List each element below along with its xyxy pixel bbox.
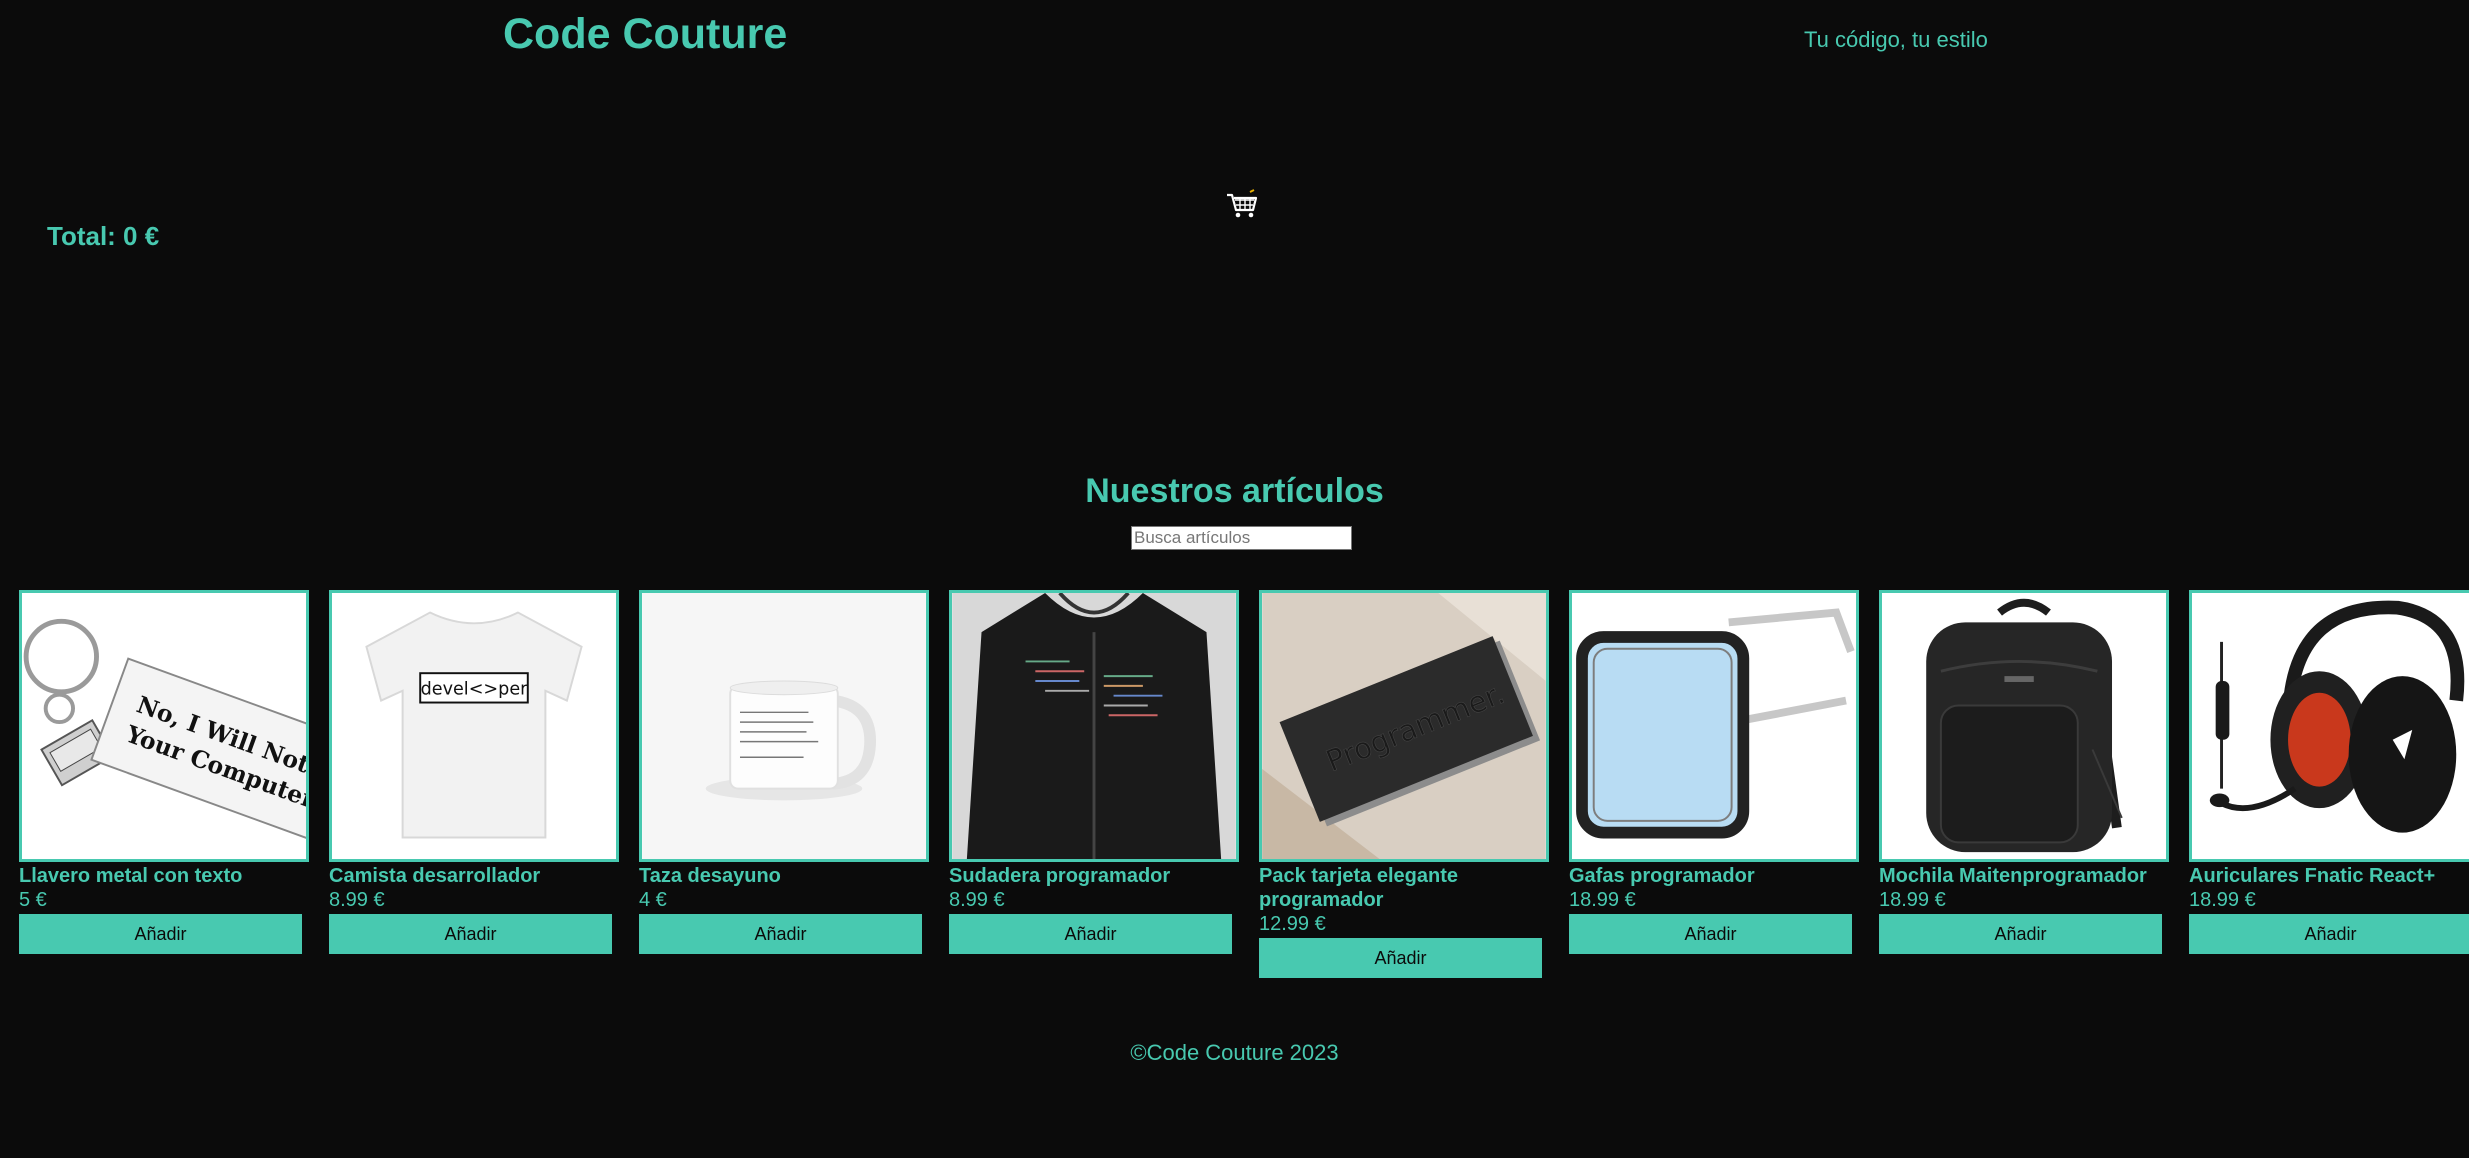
site-title: Code Couture xyxy=(503,10,788,58)
product-name: Taza desayuno xyxy=(639,865,781,887)
add-to-cart-button[interactable]: Añadir xyxy=(19,914,302,954)
section-title: Nuestros artículos xyxy=(1085,472,1384,510)
product-image-mug[interactable] xyxy=(639,590,929,862)
product-name: Llavero metal con texto xyxy=(19,865,243,887)
product-price: 4 € xyxy=(639,889,667,911)
product-name: Pack tarjeta elegante programador xyxy=(1259,865,1458,911)
tshirt-image-text: devel<>per xyxy=(421,680,529,700)
shopping-cart-icon[interactable] xyxy=(1224,186,1260,222)
product-price: 18.99 € xyxy=(1879,889,1946,911)
add-to-cart-button[interactable]: Añadir xyxy=(329,914,612,954)
add-to-cart-button[interactable]: Añadir xyxy=(1879,914,2162,954)
product-image-keychain[interactable]: No, I Will Not Fix Your Computer xyxy=(19,590,309,862)
add-to-cart-button[interactable]: Añadir xyxy=(1569,914,1852,954)
product-card: Gafas programador 18.99 € Añadir xyxy=(1569,590,1859,978)
product-card: Mochila Maitenprogramador 18.99 € Añadir xyxy=(1879,590,2169,978)
product-price: 12.99 € xyxy=(1259,913,1326,935)
add-to-cart-button[interactable]: Añadir xyxy=(1259,938,1542,978)
footer-copyright: ©Code Couture 2023 xyxy=(1130,1040,1339,1065)
product-card: No, I Will Not Fix Your Computer Llavero… xyxy=(19,590,309,978)
product-price: 8.99 € xyxy=(329,889,385,911)
product-image-headphones[interactable] xyxy=(2189,590,2469,862)
product-image-hoodie[interactable] xyxy=(949,590,1239,862)
product-name: Auriculares Fnatic React+ xyxy=(2189,865,2436,887)
product-price: 18.99 € xyxy=(2189,889,2256,911)
product-price: 18.99 € xyxy=(1569,889,1636,911)
product-card: Sudadera programador 8.99 € Añadir xyxy=(949,590,1239,978)
product-card: Taza desayuno 4 € Añadir xyxy=(639,590,929,978)
product-card: Programmer. Pack tarjeta elegante progra… xyxy=(1259,590,1549,978)
search-input[interactable] xyxy=(1131,526,1352,550)
product-image-business-card[interactable]: Programmer. xyxy=(1259,590,1549,862)
site-tagline: Tu código, tu estilo xyxy=(1804,27,1988,52)
product-card: Auriculares Fnatic React+ 18.99 € Añadir xyxy=(2189,590,2469,978)
product-card: devel<>per Camista desarrollador 8.99 € … xyxy=(329,590,619,978)
add-to-cart-button[interactable]: Añadir xyxy=(2189,914,2469,954)
product-price: 8.99 € xyxy=(949,889,1005,911)
product-grid: No, I Will Not Fix Your Computer Llavero… xyxy=(19,590,2469,978)
product-image-glasses[interactable] xyxy=(1569,590,1859,862)
product-name: Mochila Maitenprogramador xyxy=(1879,865,2147,887)
product-image-backpack[interactable] xyxy=(1879,590,2169,862)
product-price: 5 € xyxy=(19,889,47,911)
product-name: Camista desarrollador xyxy=(329,865,541,887)
add-to-cart-button[interactable]: Añadir xyxy=(639,914,922,954)
product-name: Sudadera programador xyxy=(949,865,1171,887)
product-image-tshirt[interactable]: devel<>per xyxy=(329,590,619,862)
product-name: Gafas programador xyxy=(1569,865,1755,887)
cart-total: Total: 0 € xyxy=(47,221,160,251)
add-to-cart-button[interactable]: Añadir xyxy=(949,914,1232,954)
